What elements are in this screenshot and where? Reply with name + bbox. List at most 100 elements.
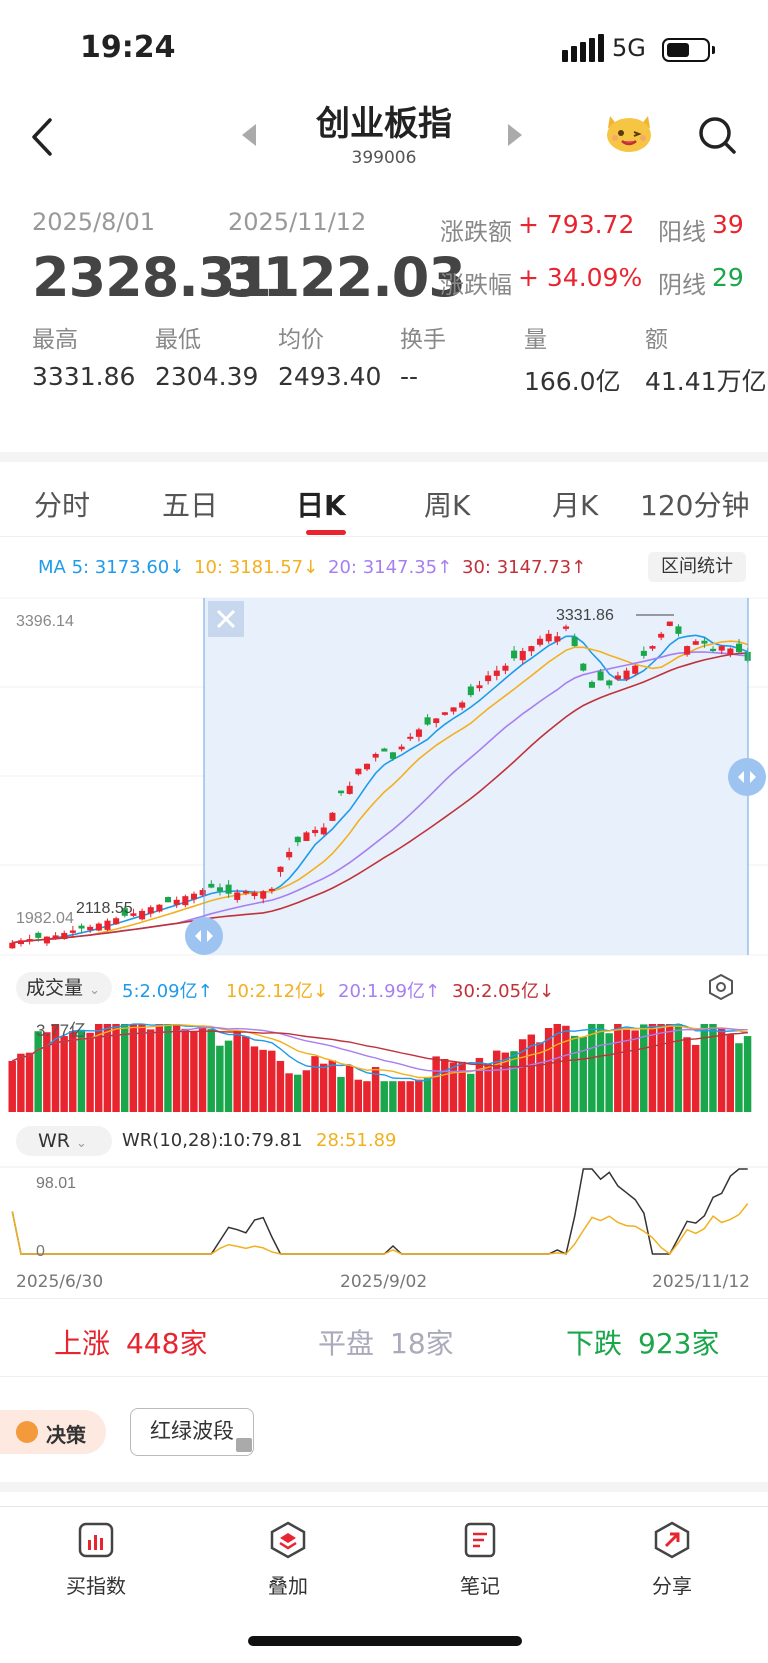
volume-bar <box>190 1030 198 1112</box>
tab-weekly-k[interactable]: 周K <box>424 484 470 524</box>
volume-bar <box>579 1036 587 1112</box>
nav-notes[interactable]: 笔记 <box>420 1520 540 1599</box>
nav-overlay[interactable]: 叠加 <box>228 1520 348 1599</box>
kline-chart[interactable]: 3396.14 1982.04 2118.55 3331.86 <box>0 595 768 965</box>
candle-body <box>286 852 293 858</box>
tab-daily-k[interactable]: 日K <box>296 484 346 524</box>
volume-bar <box>120 1024 129 1112</box>
candle-body <box>623 670 630 680</box>
tab-120min[interactable]: 120分钟 <box>640 484 749 524</box>
stat-amount-value: 41.41万亿 <box>645 367 767 396</box>
settings-hex-icon[interactable] <box>706 972 736 1002</box>
nav-share[interactable]: 分享 <box>612 1520 732 1599</box>
candle-body <box>381 748 388 752</box>
unchanged-label: 平盘 <box>318 1327 375 1360</box>
candle-body <box>710 648 717 651</box>
candle-body <box>320 827 327 835</box>
candle-body <box>363 763 371 770</box>
mascot-icon[interactable] <box>602 108 656 154</box>
change-amount-value: + 793.72 <box>518 210 635 239</box>
volume-indicator-select[interactable]: 成交量 ⌄ <box>16 972 112 1004</box>
volume-bar <box>198 1026 207 1112</box>
volume-bar <box>449 1062 458 1112</box>
volume-bar <box>17 1053 25 1112</box>
end-date: 2025/11/12 <box>228 208 367 236</box>
right-drag-handle[interactable] <box>728 758 766 796</box>
low-price-annotation: 2118.55 <box>76 900 133 917</box>
candle-body <box>467 686 474 696</box>
ma20-legend: 20: 3147.35↑ <box>328 557 453 578</box>
range-stats-button[interactable]: 区间统计 <box>648 552 746 582</box>
vol-ma20-legend: 20:1.99亿↑ <box>338 981 441 1002</box>
tab-five-day[interactable]: 五日 <box>162 484 218 524</box>
decliners-value: 923家 <box>638 1327 720 1360</box>
volume-bar <box>657 1024 665 1112</box>
nav-buy-index[interactable]: 买指数 <box>36 1520 156 1599</box>
volume-bar <box>614 1024 622 1112</box>
candle-body <box>225 884 232 894</box>
volume-bar <box>302 1070 311 1112</box>
next-index-arrow[interactable] <box>508 124 522 146</box>
volume-axis-label: 3.77亿 <box>36 1021 86 1040</box>
x-axis-end-date: 2025/11/12 <box>652 1272 750 1292</box>
status-time: 19:24 <box>80 30 176 65</box>
tab-divider <box>0 536 768 537</box>
volume-bar <box>250 1046 259 1112</box>
volume-bar <box>319 1063 328 1112</box>
y-axis-min-label: 1982.04 <box>16 910 74 927</box>
candle-body <box>493 670 500 676</box>
volume-bar <box>596 1024 605 1112</box>
change-amount-label: 涨跌额 <box>440 218 512 246</box>
advancers-label: 上涨 <box>54 1327 111 1360</box>
search-icon[interactable] <box>696 114 738 156</box>
stat-turnover-label: 换手 <box>400 327 446 353</box>
candle-body <box>441 712 448 715</box>
volume-bar <box>735 1043 743 1112</box>
up-bars-value: 39 <box>712 210 744 239</box>
change-pct-label: 涨跌幅 <box>440 271 512 299</box>
decision-button[interactable]: 决策 <box>0 1410 106 1454</box>
candle-body <box>511 650 518 659</box>
volume-bar <box>103 1024 112 1112</box>
candle-body <box>476 685 483 689</box>
candle-body <box>113 918 120 925</box>
candle-body <box>242 891 249 894</box>
stat-avg-value: 2493.40 <box>278 362 382 391</box>
note-icon <box>460 1520 500 1560</box>
stat-high-value: 3331.86 <box>32 362 136 391</box>
stat-avg-label: 均价 <box>278 327 324 353</box>
left-drag-handle[interactable] <box>185 917 223 955</box>
tab-intraday[interactable]: 分时 <box>34 484 90 524</box>
volume-bar <box>293 1074 302 1112</box>
stat-turnover-value: -- <box>400 362 419 391</box>
volume-bar <box>726 1034 734 1112</box>
candle-body <box>692 641 699 645</box>
candle-body <box>199 890 206 896</box>
volume-chart[interactable]: 3.77亿 <box>0 1012 768 1112</box>
candle-body <box>735 643 743 653</box>
candle-body <box>182 896 189 906</box>
volume-bar <box>129 1024 138 1112</box>
candle-body <box>52 935 59 940</box>
candle-body <box>165 897 172 903</box>
volume-bar <box>363 1081 371 1112</box>
stat-volume-label: 量 <box>524 327 547 353</box>
candle-body <box>614 675 621 680</box>
wr-chart[interactable]: 98.01 0 <box>0 1166 768 1268</box>
volume-bar <box>622 1029 631 1112</box>
candle-body <box>718 646 725 651</box>
lock-icon <box>236 1438 252 1452</box>
candle-body <box>398 746 405 750</box>
volume-bar <box>86 1032 94 1112</box>
volume-bar <box>631 1030 639 1112</box>
candle-body <box>208 883 215 888</box>
candle-body <box>502 665 509 671</box>
candle-body <box>580 663 587 671</box>
ma10-legend: 10: 3181.57↓ <box>194 557 319 578</box>
network-label: 5G <box>612 34 646 62</box>
close-selection-icon[interactable] <box>208 601 244 637</box>
volume-bar <box>207 1029 215 1112</box>
wr-indicator-select[interactable]: WR ⌄ <box>16 1126 112 1156</box>
tab-monthly-k[interactable]: 月K <box>552 484 598 524</box>
volume-bar <box>242 1036 250 1112</box>
